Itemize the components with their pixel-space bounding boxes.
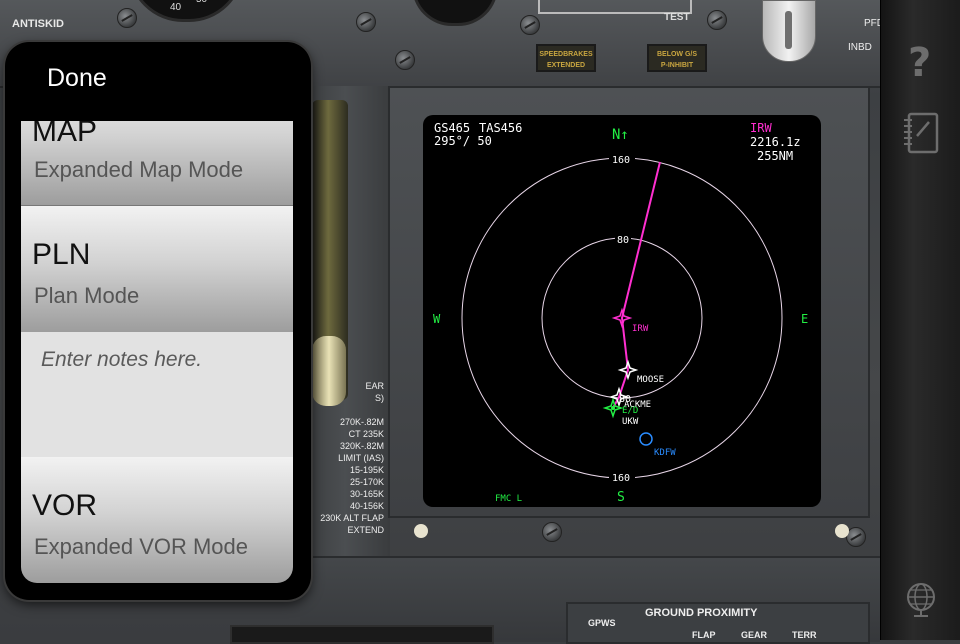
speed-limit-placard: EAR S) 270K-.82M CT 235K 320K-.82M LIMIT… <box>300 380 392 536</box>
panel-screw <box>520 15 540 35</box>
mode-subtitle: Plan Mode <box>34 283 140 308</box>
mode-item-map[interactable]: MAP Expanded Map Mode <box>21 121 293 206</box>
top-of-descent-label: E/D <box>622 406 638 416</box>
waypoint-irw-label: IRW <box>632 324 649 334</box>
waypoint-eta: 2216.1z <box>750 135 801 149</box>
annunciator-text: BELOW G/S <box>656 51 698 58</box>
gpws-label: GPWS <box>588 618 616 628</box>
question-icon: ? <box>908 40 931 82</box>
panel-screw <box>846 527 866 547</box>
mode-title: PLN <box>32 238 91 271</box>
terrain-inhibit-label: TERR <box>792 630 817 640</box>
route-line <box>612 161 661 409</box>
notebook-icon <box>904 112 939 154</box>
wind-readout: 295°/ 50 <box>434 134 492 148</box>
panel-screw <box>356 12 376 32</box>
done-button[interactable]: Done <box>47 64 107 93</box>
range-label: 80 <box>617 235 629 246</box>
placard-line: 230K ALT FLAP <box>320 513 384 523</box>
globe-button[interactable] <box>898 576 944 622</box>
north-indicator: N↑ <box>612 127 629 143</box>
airport-kdfw-marker <box>639 432 653 446</box>
placard-line: 320K-.82M <box>339 441 384 451</box>
placard-line: CT 235K <box>348 429 384 439</box>
active-waypoint: IRW <box>750 121 772 135</box>
nav-display-screen: GS465 TAS456 295°/ 50 N↑ IRW 2216.1z 255… <box>423 115 821 507</box>
notes-button[interactable] <box>898 110 944 156</box>
notes-input[interactable] <box>21 332 293 457</box>
display-mode-list: MAP Expanded Map Mode PLN Plan Mode VOR … <box>21 121 293 583</box>
mode-title: MAP <box>32 121 98 148</box>
speedbrakes-annunciator: SPEEDBRAKES EXTENDED <box>536 44 596 72</box>
mode-item-pln[interactable]: PLN Plan Mode <box>21 206 293 333</box>
indicator-light <box>414 524 428 538</box>
indicator-light <box>835 524 849 538</box>
placard-line: EXTEND <box>347 525 384 535</box>
annunciator-text: SPEEDBRAKES <box>539 51 593 58</box>
panel-screw <box>117 8 137 28</box>
waypoint-distance: 255NM <box>757 149 793 163</box>
placard-line: LIMIT (IAS) <box>338 453 384 463</box>
annunciator-text: EXTENDED <box>546 62 586 69</box>
lcd-readout <box>230 625 494 644</box>
placard-line: 40-156K <box>349 501 384 511</box>
flap-inhibit-label: FLAP <box>692 630 716 640</box>
help-button[interactable]: ? <box>898 38 944 84</box>
globe-icon <box>907 583 935 617</box>
gauge-value: 50 <box>196 0 207 5</box>
gauge-value: 40 <box>170 2 182 13</box>
panel-screw <box>542 522 562 542</box>
placard-line: 15-195K <box>349 465 384 475</box>
selector-knob[interactable] <box>762 0 816 62</box>
gear-inhibit-label: GEAR <box>741 630 768 640</box>
placard-line: EAR <box>365 381 384 391</box>
placard-line: 25-170K <box>349 477 384 487</box>
panel-screw <box>395 50 415 70</box>
mode-subtitle: Expanded Map Mode <box>34 157 244 182</box>
annunciator-text: P-INHIBIT <box>660 62 694 69</box>
mode-subtitle: Expanded VOR Mode <box>34 534 249 559</box>
svg-text:?: ? <box>908 40 931 82</box>
placard-line: 30-165K <box>349 489 384 499</box>
groundspeed-readout: GS465 <box>434 121 470 135</box>
range-label: 160 <box>612 473 630 484</box>
range-label: 160 <box>612 155 630 166</box>
fmc-source-label: FMC L <box>495 494 522 504</box>
tas-readout: TAS456 <box>479 121 522 135</box>
below-gs-annunciator[interactable]: BELOW G/S P-INHIBIT <box>647 44 707 72</box>
right-toolbar <box>880 0 960 640</box>
waypoint-ukw-label: UKW <box>622 417 639 427</box>
mode-title: VOR <box>32 489 98 522</box>
west-indicator: W <box>433 312 441 326</box>
east-indicator: E <box>801 312 808 326</box>
test-label: TEST <box>664 12 690 23</box>
nav-display-svg: GS465 TAS456 295°/ 50 N↑ IRW 2216.1z 255… <box>433 121 808 505</box>
south-indicator: S <box>617 490 625 505</box>
waypoint-moose-label: MOOSE <box>637 375 664 385</box>
inbd-label: INBD <box>848 42 872 53</box>
mode-item-vor[interactable]: VOR Expanded VOR Mode <box>21 457 293 583</box>
panel-screw <box>707 10 727 30</box>
antiskid-label: ANTISKID <box>12 18 64 30</box>
airport-kdfw-label: KDFW <box>654 448 676 458</box>
ground-proximity-title: GROUND PROXIMITY <box>645 607 758 619</box>
notes-area <box>21 332 293 457</box>
placard-line: S) <box>375 393 384 403</box>
placard-line: 270K-.82M <box>339 417 384 427</box>
